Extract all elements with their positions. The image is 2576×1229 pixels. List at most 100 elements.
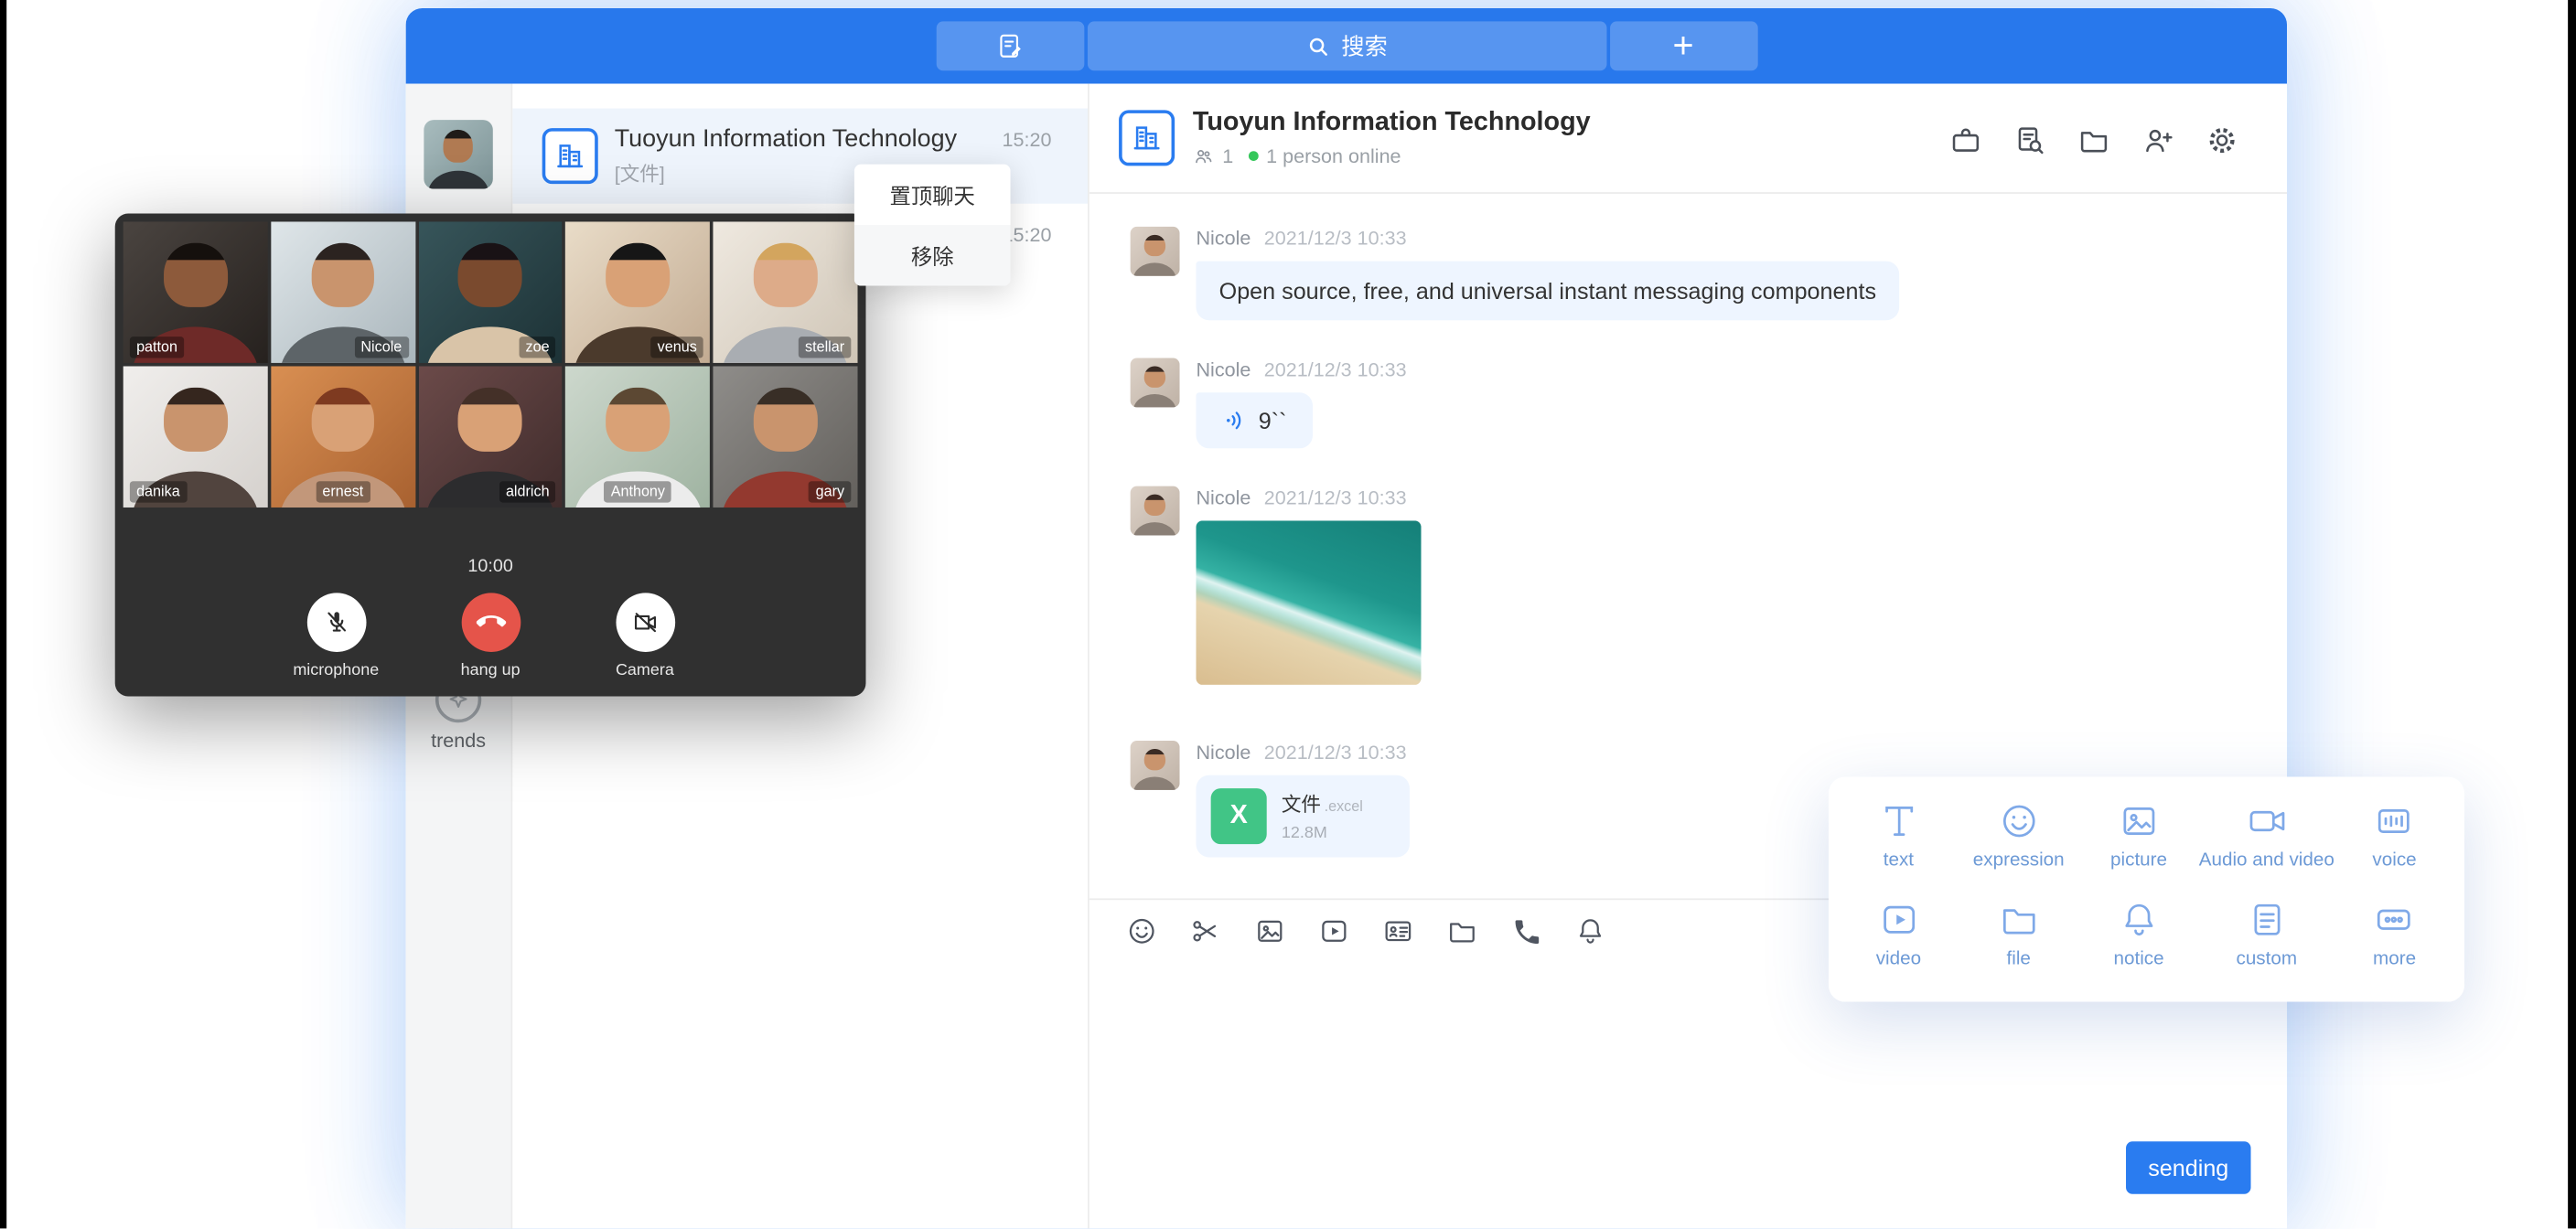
- participant-name: aldrich: [499, 482, 556, 503]
- gear-icon: [2204, 123, 2238, 157]
- search-bar[interactable]: 搜索: [1087, 21, 1606, 70]
- hang-up-button[interactable]: [461, 593, 521, 652]
- search-icon: [1305, 34, 1330, 59]
- send-video-button[interactable]: [1315, 912, 1354, 951]
- feature-picture[interactable]: picture: [2078, 793, 2198, 888]
- camera-toggle-button[interactable]: [616, 593, 675, 652]
- feature-text[interactable]: text: [1839, 793, 1959, 888]
- video-tile: patton: [123, 221, 268, 362]
- participant-name: Nicole: [354, 337, 408, 358]
- add-button[interactable]: +: [1609, 21, 1757, 70]
- sender-avatar[interactable]: [1131, 227, 1180, 276]
- member-count: 1: [1222, 144, 1233, 167]
- image-icon: [1253, 914, 1286, 947]
- message-time: 2021/12/3 10:33: [1264, 486, 1407, 509]
- note-icon: [994, 31, 1024, 60]
- participant-name: stellar: [799, 337, 852, 358]
- files-button[interactable]: [2074, 120, 2113, 159]
- group-avatar: [542, 128, 598, 184]
- online-status: 1 person online: [1266, 144, 1401, 167]
- video-tile: aldrich: [418, 367, 563, 508]
- video-tile: venus: [566, 221, 711, 362]
- participant-name: zoe: [519, 337, 555, 358]
- conversation-time: 15:20: [1003, 128, 1052, 151]
- chat-panel: Tuoyun Information Technology 1 1 person…: [1088, 84, 2287, 1229]
- more-icon: [2373, 898, 2416, 941]
- members-icon: [1193, 145, 1214, 166]
- send-button[interactable]: sending: [2126, 1141, 2250, 1193]
- microphone-toggle-button[interactable]: [306, 593, 366, 652]
- bell-icon: [1574, 914, 1607, 947]
- menu-item-pin-chat[interactable]: 置顶聊天: [854, 165, 1011, 225]
- archive-box-icon: [1948, 123, 1982, 157]
- image-message-thumbnail[interactable]: [1196, 520, 1421, 685]
- feature-panel: text expression picture Audio: [1829, 777, 2464, 1002]
- scissors-icon: [1189, 914, 1222, 947]
- phone-icon: [1510, 915, 1541, 946]
- call-button[interactable]: [1507, 912, 1546, 951]
- send-image-button[interactable]: [1250, 912, 1290, 951]
- file-extension: .excel: [1325, 798, 1363, 815]
- message-time: 2021/12/3 10:33: [1264, 741, 1407, 764]
- feature-voice[interactable]: voice: [2334, 793, 2454, 888]
- message-time: 2021/12/3 10:33: [1264, 227, 1407, 250]
- notify-button[interactable]: [1571, 912, 1610, 951]
- voice-icon: [2373, 800, 2416, 843]
- settings-button[interactable]: [2202, 120, 2241, 159]
- context-menu: 置顶聊天 移除: [854, 165, 1011, 286]
- online-dot: [1248, 151, 1258, 161]
- group-avatar: [1119, 110, 1175, 166]
- video-call-window: patton Nicole zoe venus stellar danika e…: [115, 213, 866, 696]
- id-card-icon: [1381, 914, 1414, 947]
- archive-box-button[interactable]: [1945, 120, 1984, 159]
- add-person-icon: [2140, 123, 2174, 157]
- user-avatar[interactable]: [424, 120, 492, 188]
- feature-video[interactable]: video: [1839, 892, 1959, 987]
- notice-bell-icon: [2118, 898, 2161, 941]
- screenshot-button[interactable]: [1186, 912, 1226, 951]
- voice-message-bubble[interactable]: 9``: [1196, 392, 1313, 448]
- camera-off-icon: [630, 608, 660, 637]
- sender-name: Nicole: [1196, 486, 1250, 509]
- file-name: 文件: [1282, 793, 1321, 816]
- feature-more[interactable]: more: [2334, 892, 2454, 987]
- topbar-group: 搜索 +: [936, 21, 1757, 70]
- call-timer: 10:00: [123, 557, 858, 577]
- voice-duration: 9``: [1259, 407, 1287, 433]
- add-member-button[interactable]: [2138, 120, 2177, 159]
- folder-icon: [1445, 914, 1478, 947]
- feature-notice[interactable]: notice: [2078, 892, 2198, 987]
- building-icon: [553, 140, 586, 173]
- chat-actions: [1945, 120, 2240, 159]
- audio-video-icon: [2245, 800, 2288, 843]
- message-voice: Nicole 2021/12/3 10:33 9``: [1131, 358, 2246, 449]
- camera-label: Camera: [616, 662, 674, 680]
- call-controls: microphone hang up Camer: [123, 593, 858, 679]
- chat-history-search-button[interactable]: [2010, 120, 2049, 159]
- sender-name: Nicole: [1196, 227, 1250, 250]
- file-message-card[interactable]: X 文件.excel 12.8M: [1196, 775, 1409, 858]
- message-input[interactable]: [1089, 962, 2287, 1228]
- text-icon: [1877, 800, 1920, 843]
- sender-avatar[interactable]: [1131, 358, 1180, 408]
- custom-document-icon: [2245, 898, 2288, 941]
- file-folder-icon: [1997, 898, 2040, 941]
- sender-avatar[interactable]: [1131, 486, 1180, 536]
- sender-avatar[interactable]: [1131, 741, 1180, 790]
- message-time: 2021/12/3 10:33: [1264, 358, 1407, 381]
- chat-header-meta: Tuoyun Information Technology 1 1 person…: [1193, 109, 1591, 168]
- feature-expression[interactable]: expression: [1959, 793, 2078, 888]
- feature-custom[interactable]: custom: [2199, 892, 2334, 987]
- participant-name: ernest: [316, 482, 370, 503]
- feature-file[interactable]: file: [1959, 892, 2078, 987]
- feature-audio-video[interactable]: Audio and video: [2199, 793, 2334, 888]
- participant-name: Anthony: [605, 482, 672, 503]
- menu-item-remove[interactable]: 移除: [854, 225, 1011, 285]
- send-file-button[interactable]: [1443, 912, 1482, 951]
- video-tile: ernest: [271, 367, 415, 508]
- emoji-button[interactable]: [1122, 912, 1162, 951]
- video-tile: Anthony: [566, 367, 711, 508]
- contact-card-button[interactable]: [1379, 912, 1418, 951]
- notes-button[interactable]: [936, 21, 1084, 70]
- smiley-icon: [1125, 914, 1158, 947]
